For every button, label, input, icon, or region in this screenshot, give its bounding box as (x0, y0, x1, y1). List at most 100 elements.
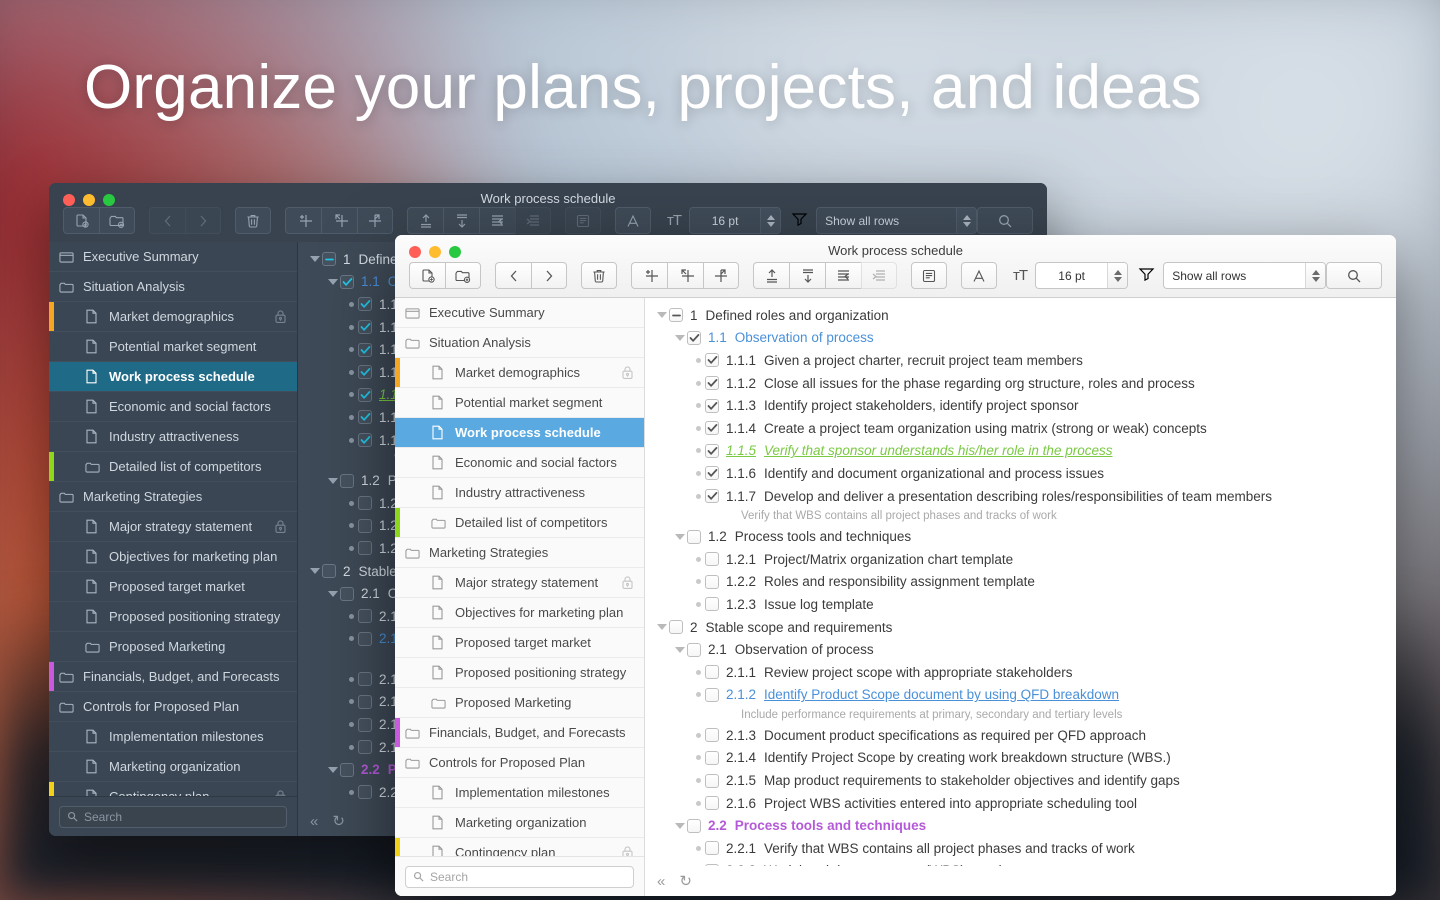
sidebar-item-detailed-list-of-competitors[interactable]: Detailed list of competitors (49, 452, 297, 482)
minimize-icon[interactable] (429, 246, 441, 258)
move-down-button[interactable] (443, 207, 479, 234)
outline-row[interactable]: 2.1.6 Project WBS activities entered into… (645, 792, 1396, 815)
filter-select-arrows[interactable] (1305, 263, 1325, 288)
new-document-button[interactable] (409, 262, 445, 289)
outline-checkbox[interactable] (705, 376, 719, 391)
sidebar-item-controls-for-proposed-plan[interactable]: Controls for Proposed Plan (49, 692, 297, 722)
outline-row[interactable]: 2.1.4 Identify Project Scope by creating … (645, 747, 1396, 770)
add-row-above-button[interactable] (667, 262, 703, 289)
outline-checkbox[interactable] (358, 496, 372, 511)
outline-checkbox[interactable] (340, 762, 354, 777)
format-button[interactable] (615, 207, 651, 234)
outline-row[interactable]: 1.1.6 Identify and document organizationa… (645, 462, 1396, 485)
sidebar-item-market-demographics[interactable]: Market demographics (395, 358, 644, 388)
sidebar-item-proposed-marketing[interactable]: Proposed Marketing (395, 688, 644, 718)
outline-row[interactable]: 1.2.2 Roles and responsibility assignment… (645, 571, 1396, 594)
outline-checkbox[interactable] (358, 694, 372, 709)
foreground-window[interactable]: Work process schedule ᴛT 16 pt Show all … (395, 235, 1396, 896)
outline-checkbox[interactable] (687, 529, 701, 544)
font-size-stepper-arrows[interactable] (760, 208, 781, 233)
forward-button[interactable] (185, 207, 221, 234)
filter-icon[interactable] (791, 211, 808, 231)
add-child-row-button[interactable] (357, 207, 393, 234)
sidebar-item-marketing-strategies[interactable]: Marketing Strategies (395, 538, 644, 568)
outline-checkbox[interactable] (322, 564, 336, 579)
disclosure-triangle-icon[interactable] (673, 533, 687, 540)
font-size-stepper[interactable]: 16 pt (689, 207, 782, 234)
disclosure-triangle-icon[interactable] (326, 278, 340, 285)
zoom-icon[interactable] (103, 194, 115, 206)
disclosure-triangle-icon[interactable] (673, 334, 687, 341)
sidebar-item-detailed-list-of-competitors[interactable]: Detailed list of competitors (395, 508, 644, 538)
outline-row[interactable]: 2.1.1 Review project scope with appropria… (645, 661, 1396, 684)
traffic-lights[interactable] (409, 246, 461, 258)
outline-row[interactable]: 1.1 Observation of process (645, 327, 1396, 350)
move-up-button[interactable] (407, 207, 443, 234)
font-size-stepper[interactable]: 16 pt (1035, 262, 1129, 289)
outline-checkbox[interactable] (705, 552, 719, 567)
delete-button[interactable] (235, 207, 271, 234)
disclosure-triangle-icon[interactable] (673, 822, 687, 829)
indent-button[interactable] (861, 262, 897, 289)
outdent-button[interactable] (479, 207, 515, 234)
outline-row[interactable]: 2 Stable scope and requirements (645, 616, 1396, 639)
outline-checkbox[interactable] (340, 274, 354, 289)
sidebar-item-situation-analysis[interactable]: Situation Analysis (49, 272, 297, 302)
outline-checkbox[interactable] (358, 387, 372, 402)
outline-checkbox[interactable] (669, 308, 683, 323)
outline-row[interactable]: 1.1.3 Identify project stakeholders, iden… (645, 394, 1396, 417)
add-row-below-button[interactable] (631, 262, 667, 289)
outline-row[interactable]: 2.1.5 Map product requirements to stakeho… (645, 769, 1396, 792)
sidebar-search-input[interactable]: Search (59, 805, 287, 828)
disclosure-triangle-icon[interactable] (308, 568, 322, 575)
new-folder-button[interactable] (445, 262, 481, 289)
outline-checkbox[interactable] (358, 342, 372, 357)
note-button[interactable] (565, 207, 601, 234)
outline-checkbox[interactable] (358, 717, 372, 732)
sidebar-item-executive-summary[interactable]: Executive Summary (49, 242, 297, 272)
sidebar-item-economic-and-social-factors[interactable]: Economic and social factors (49, 392, 297, 422)
search-button[interactable] (1326, 262, 1382, 289)
outline-checkbox[interactable] (705, 796, 719, 811)
outline-checkbox[interactable] (705, 773, 719, 788)
disclosure-triangle-icon[interactable] (655, 624, 669, 631)
disclosure-triangle-icon[interactable] (326, 766, 340, 773)
outline-checkbox[interactable] (705, 750, 719, 765)
sidebar-item-implementation-milestones[interactable]: Implementation milestones (49, 722, 297, 752)
sidebar-item-contingency-plan[interactable]: Contingency plan (395, 838, 644, 856)
outline-row[interactable]: 1.2 Process tools and techniques (645, 525, 1396, 548)
add-row-above-button[interactable] (321, 207, 357, 234)
sidebar-item-potential-market-segment[interactable]: Potential market segment (49, 332, 297, 362)
sidebar-item-controls-for-proposed-plan[interactable]: Controls for Proposed Plan (395, 748, 644, 778)
disclosure-triangle-icon[interactable] (673, 646, 687, 653)
disclosure-triangle-icon[interactable] (326, 590, 340, 597)
sidebar-item-financials-budget-and-forecasts[interactable]: Financials, Budget, and Forecasts (395, 718, 644, 748)
outline-checkbox[interactable] (340, 473, 354, 488)
move-up-button[interactable] (753, 262, 789, 289)
outline-checkbox[interactable] (358, 410, 372, 425)
sidebar-item-marketing-strategies[interactable]: Marketing Strategies (49, 482, 297, 512)
disclosure-triangle-icon[interactable] (655, 312, 669, 319)
outline-checkbox[interactable] (687, 818, 701, 833)
sidebar-item-industry-attractiveness[interactable]: Industry attractiveness (395, 478, 644, 508)
sidebar-item-proposed-target-market[interactable]: Proposed target market (395, 628, 644, 658)
refresh-icon[interactable]: ↻ (332, 812, 345, 830)
outline-checkbox[interactable] (687, 642, 701, 657)
new-folder-button[interactable] (99, 207, 135, 234)
refresh-icon[interactable]: ↻ (679, 872, 692, 890)
sidebar-item-economic-and-social-factors[interactable]: Economic and social factors (395, 448, 644, 478)
note-button[interactable] (911, 262, 947, 289)
outline-checkbox[interactable] (358, 672, 372, 687)
outline-checkbox[interactable] (358, 433, 372, 448)
outline-row[interactable]: 2.1.3 Document product specifications as … (645, 724, 1396, 747)
sidebar-item-market-demographics[interactable]: Market demographics (49, 302, 297, 332)
sidebar-item-financials-budget-and-forecasts[interactable]: Financials, Budget, and Forecasts (49, 662, 297, 692)
format-button[interactable] (961, 262, 997, 289)
outline-checkbox[interactable] (358, 785, 372, 800)
outline-checkbox[interactable] (358, 631, 372, 646)
indent-button[interactable] (515, 207, 551, 234)
close-icon[interactable] (63, 194, 75, 206)
sidebar-item-major-strategy-statement[interactable]: Major strategy statement (49, 512, 297, 542)
disclosure-triangle-icon[interactable] (308, 256, 322, 263)
outline-checkbox[interactable] (705, 665, 719, 680)
